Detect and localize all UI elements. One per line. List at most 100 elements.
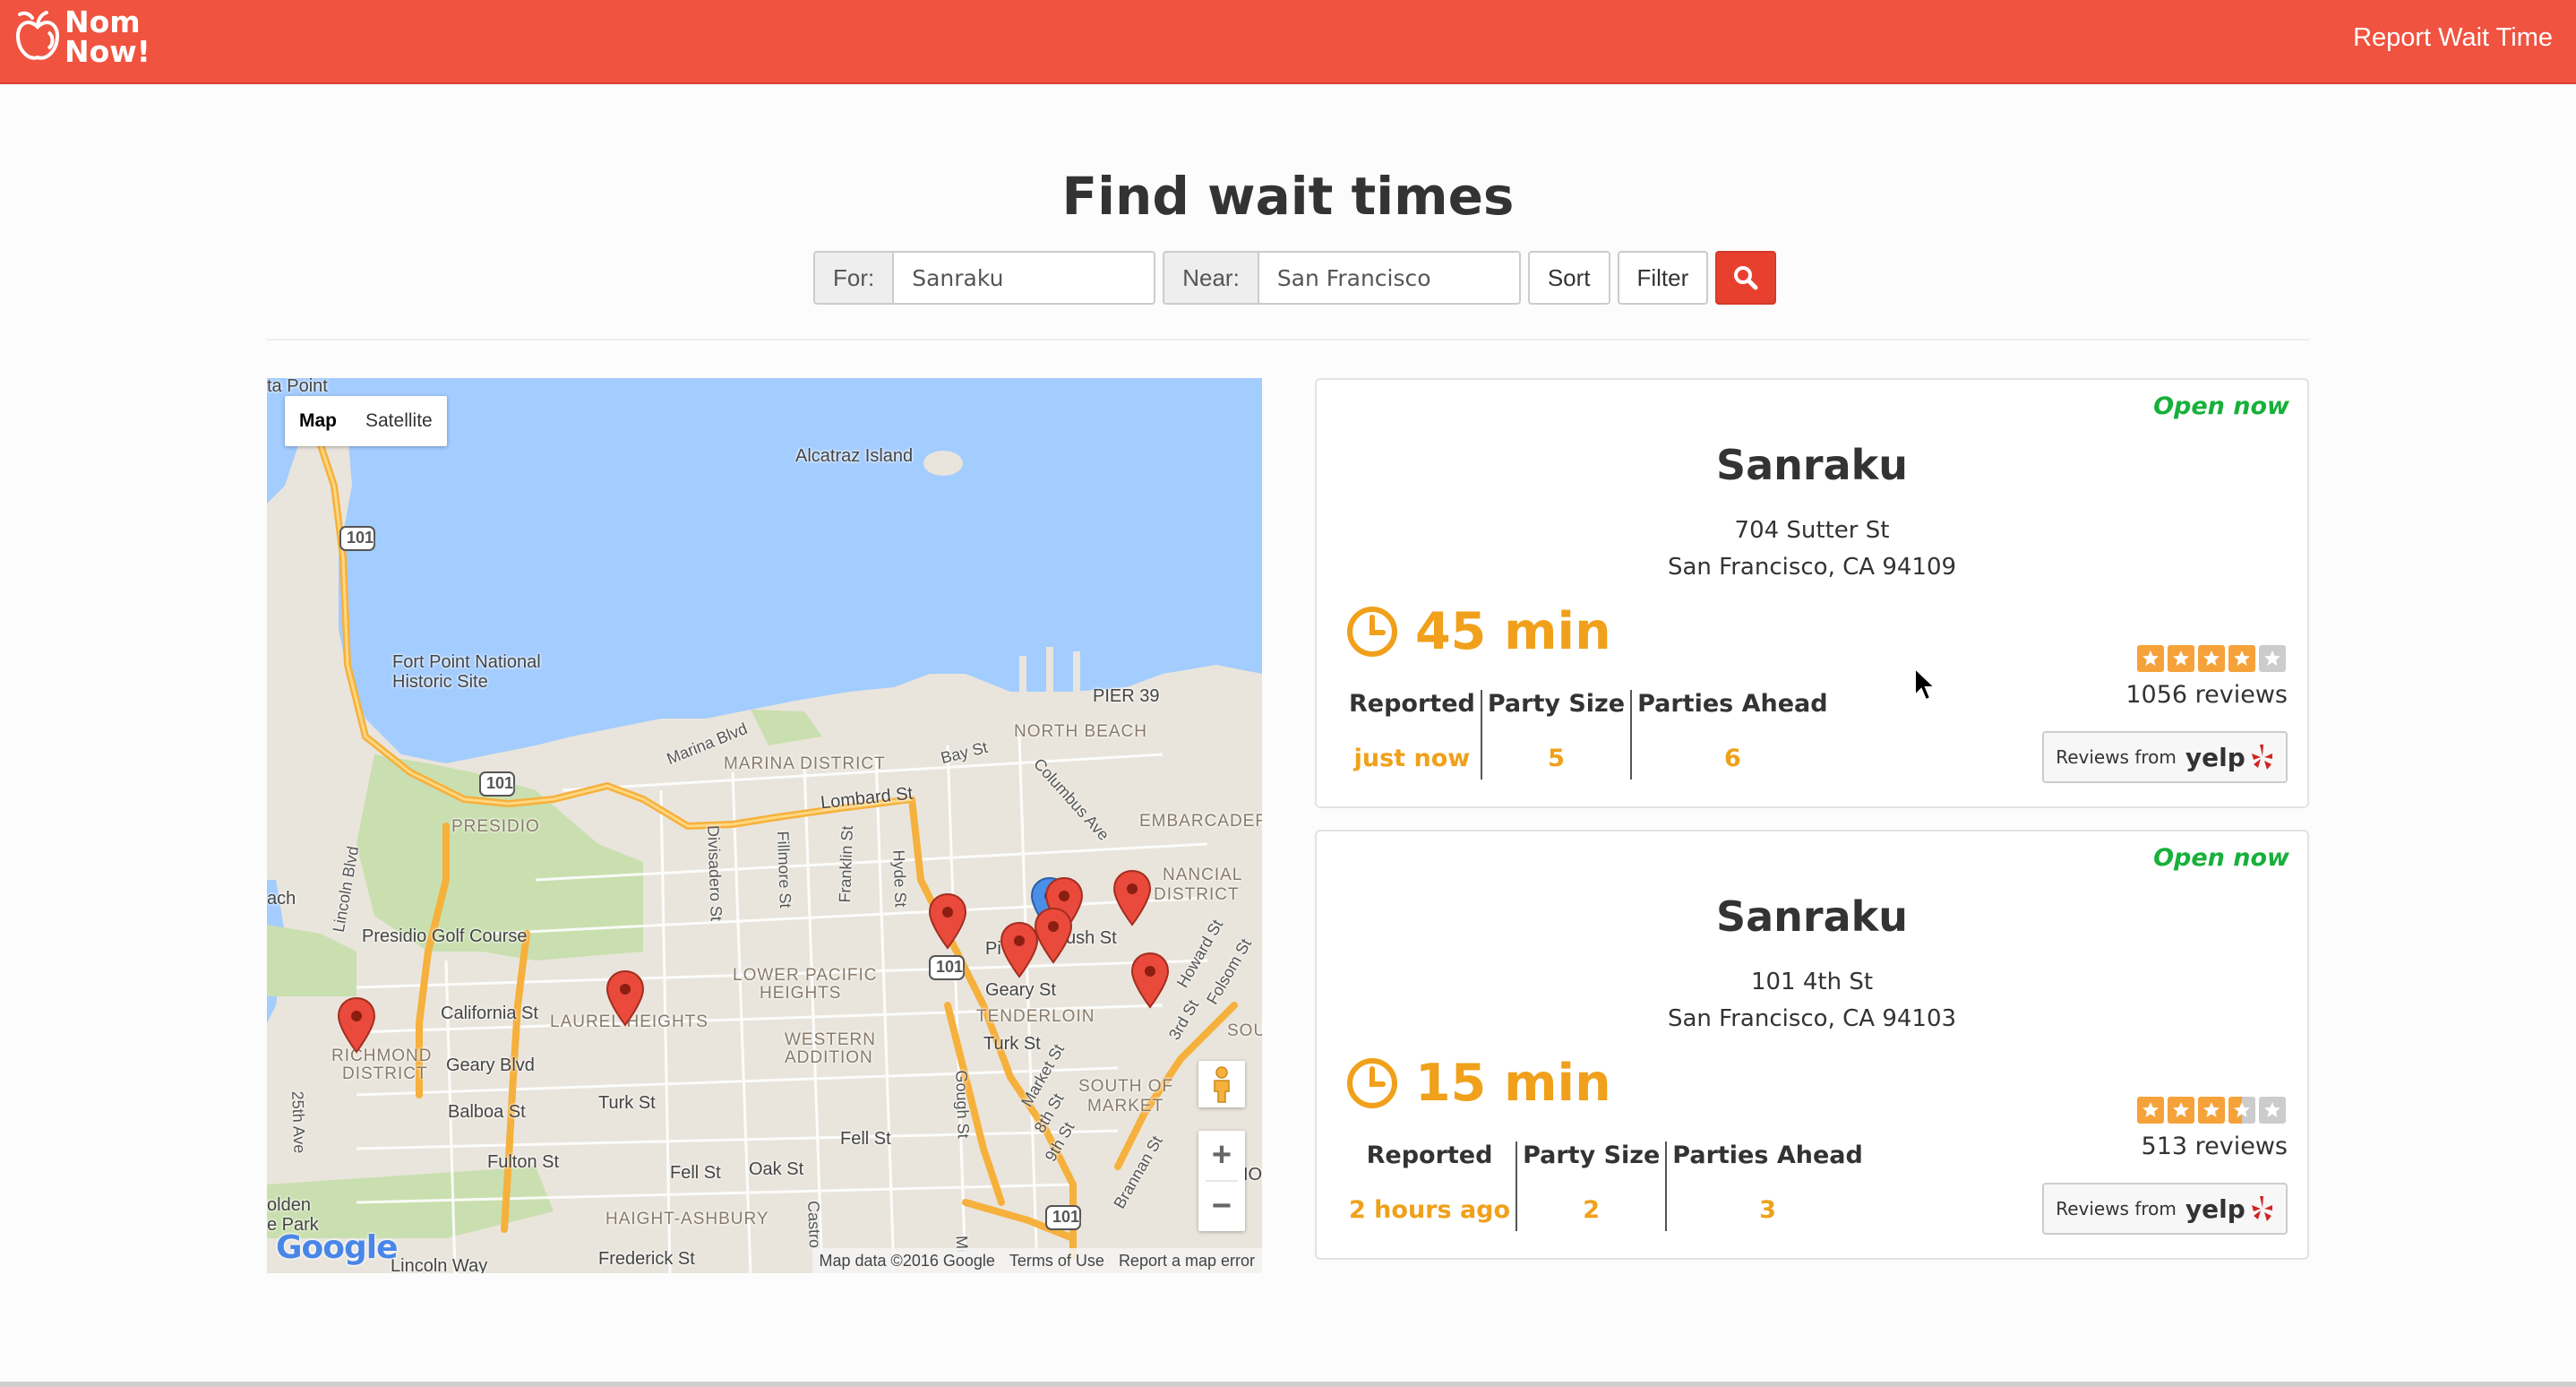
map-label: Oak St	[749, 1159, 804, 1179]
map-label: California St	[441, 1004, 538, 1023]
stat-label: Reported	[1366, 1141, 1493, 1169]
restaurant-name: Sanraku	[1716, 892, 1908, 941]
for-input[interactable]	[892, 251, 1156, 305]
open-status-badge: Open now	[2153, 844, 2289, 872]
map-label: SOUTH OF	[1078, 1077, 1174, 1096]
sort-button[interactable]: Sort	[1527, 251, 1610, 305]
star-icon	[2228, 1097, 2255, 1124]
map-label: IO	[1243, 1165, 1262, 1185]
stat-party-size: Party Size 5	[1480, 690, 1630, 780]
address-line-1: 704 Sutter St	[1734, 517, 1890, 544]
map-label: ta Point	[267, 378, 328, 396]
review-count: 513 reviews	[2141, 1133, 2288, 1160]
restaurant-name: Sanraku	[1716, 441, 1908, 489]
address-line-2: San Francisco, CA 94109	[1667, 554, 1957, 581]
reviews-from-yelp-button[interactable]: Reviews from yelp	[2042, 1183, 2288, 1235]
map-type-satellite-button[interactable]: Satellite	[351, 396, 447, 446]
result-card[interactable]: Open now Sanraku 101 4th St San Francisc…	[1315, 830, 2309, 1260]
map-label: EMBARCADERO	[1139, 812, 1262, 831]
search-bar: For: Near: Sort Filter	[813, 251, 1777, 305]
map-label: PIER 39	[1093, 686, 1160, 706]
zoom-control: + −	[1198, 1131, 1245, 1231]
highway-101-label: 101	[347, 529, 374, 547]
map-pin-icon[interactable]	[1112, 869, 1152, 926]
zoom-in-button[interactable]: +	[1198, 1131, 1245, 1180]
star-icon	[2198, 645, 2225, 672]
stat-value: 2	[1583, 1196, 1601, 1224]
near-label: Near:	[1163, 251, 1258, 305]
google-logo[interactable]: Google	[276, 1229, 399, 1266]
bottom-border	[0, 1382, 2576, 1387]
map-base[interactable]	[267, 378, 1262, 1273]
map-footer: Map data ©2016 Google Terms of Use Repor…	[811, 1248, 1262, 1273]
map-label: Geary St	[985, 980, 1056, 1000]
stat-value: 5	[1548, 745, 1565, 772]
map-pin-icon[interactable]	[928, 892, 967, 950]
map[interactable]: 101 101 101 101 ta Point Alcatraz Island…	[267, 378, 1262, 1273]
brand-logo[interactable]: Nom Now!	[13, 5, 150, 68]
street-view-pegman[interactable]	[1198, 1061, 1245, 1107]
report-map-error-link[interactable]: Report a map error	[1112, 1252, 1262, 1271]
yelp-logo-text: yelp	[2185, 742, 2245, 772]
map-label: Turk St	[983, 1034, 1041, 1054]
yelp-from-label: Reviews from	[2056, 746, 2177, 768]
stat-reported: Reported just now	[1344, 690, 1481, 780]
map-label: Turk St	[598, 1093, 656, 1113]
star-icon	[2137, 1097, 2164, 1124]
map-label: Fillmore St	[774, 831, 795, 909]
wait-time-value: 15 min	[1415, 1054, 1611, 1113]
stat-value: 6	[1723, 745, 1741, 772]
address-line-2: San Francisco, CA 94103	[1667, 1005, 1957, 1032]
map-label: Gough St	[952, 1070, 973, 1139]
map-label: LOWER PACIFIC	[733, 966, 878, 985]
address-line-1: 101 4th St	[1750, 969, 1874, 995]
stat-label: Parties Ahead	[1672, 1141, 1863, 1169]
wait-time: 45 min	[1345, 602, 1611, 661]
yelp-from-label: Reviews from	[2056, 1198, 2177, 1219]
map-label: Fulton St	[487, 1152, 560, 1172]
yelp-logo-text: yelp	[2185, 1193, 2245, 1224]
report-wait-time-link[interactable]: Report Wait Time	[2353, 23, 2553, 53]
map-pin-icon[interactable]	[1034, 907, 1073, 964]
filter-button[interactable]: Filter	[1617, 251, 1709, 305]
map-label: Fell St	[670, 1163, 721, 1183]
map-label: PRESIDIO	[451, 817, 540, 836]
map-label: Lincoln Way	[391, 1256, 488, 1273]
restaurant-address: 101 4th St San Francisco, CA 94103	[1317, 964, 2307, 1038]
apple-logo-icon	[15, 11, 60, 60]
map-pin-icon[interactable]	[605, 969, 645, 1027]
stat-label: Parties Ahead	[1637, 690, 1828, 718]
stat-value: just now	[1353, 745, 1471, 772]
near-input[interactable]	[1257, 251, 1521, 305]
map-label: Castro	[804, 1200, 824, 1249]
map-pin-icon[interactable]	[337, 996, 376, 1054]
highway-101-label: 101	[1052, 1208, 1080, 1226]
stat-parties-ahead: Parties Ahead 3	[1665, 1141, 1868, 1231]
map-label: Historic Site	[392, 672, 488, 692]
wait-stats: Reported 2 hours ago Party Size 2 Partie…	[1344, 1141, 1868, 1231]
map-label: Alcatraz Island	[795, 446, 914, 466]
stat-reported: Reported 2 hours ago	[1344, 1141, 1516, 1231]
map-label: Balboa St	[448, 1102, 526, 1122]
map-label: Fell St	[840, 1129, 891, 1149]
star-icon	[2259, 645, 2286, 672]
page-title: Find wait times	[1061, 166, 1515, 227]
map-label: Hyde St	[889, 849, 910, 908]
star-rating	[2137, 1097, 2286, 1124]
map-pin-icon[interactable]	[1130, 952, 1170, 1009]
review-count: 1056 reviews	[2125, 681, 2288, 709]
map-label: HEIGHTS	[760, 984, 842, 1003]
zoom-out-button[interactable]: −	[1198, 1182, 1245, 1231]
terms-of-use-link[interactable]: Terms of Use	[1002, 1252, 1112, 1271]
map-label: olden	[267, 1195, 311, 1215]
result-card[interactable]: Open now Sanraku 704 Sutter St San Franc…	[1315, 378, 2309, 808]
map-data-credit: Map data ©2016 Google	[819, 1251, 995, 1270]
map-label: Divisadero St	[704, 824, 726, 922]
search-button[interactable]	[1715, 251, 1777, 305]
reviews-from-yelp-button[interactable]: Reviews from yelp	[2042, 731, 2288, 783]
map-type-map-button[interactable]: Map	[285, 396, 351, 446]
stat-value: 3	[1759, 1196, 1776, 1224]
wait-stats: Reported just now Party Size 5 Parties A…	[1344, 690, 1833, 780]
star-icon	[2168, 1097, 2194, 1124]
map-label: Frederick St	[598, 1249, 695, 1269]
